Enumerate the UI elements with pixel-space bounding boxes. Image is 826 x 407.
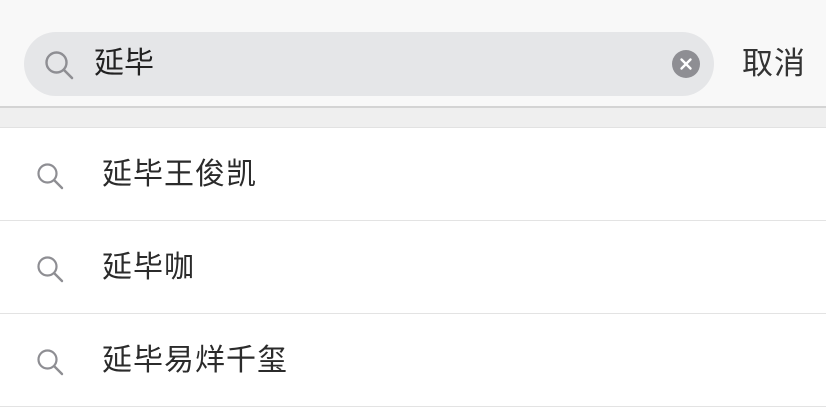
suggestion-item[interactable]: 延毕咖 bbox=[0, 221, 826, 314]
search-input[interactable] bbox=[94, 32, 674, 96]
section-divider bbox=[0, 108, 826, 128]
suggestion-label: 延毕咖 bbox=[102, 250, 195, 285]
clear-icon bbox=[680, 58, 692, 70]
search-header: 取消 bbox=[0, 0, 826, 108]
cancel-button[interactable]: 取消 bbox=[742, 32, 806, 96]
search-icon bbox=[37, 163, 64, 190]
suggestion-label: 延毕易烊千玺 bbox=[102, 343, 288, 378]
suggestion-item[interactable]: 延毕易烊千玺 bbox=[0, 314, 826, 407]
search-icon bbox=[37, 256, 64, 283]
clear-search-button[interactable] bbox=[672, 50, 700, 78]
suggestion-label: 延毕王俊凯 bbox=[102, 157, 257, 192]
search-icon bbox=[37, 349, 64, 376]
suggestion-item[interactable]: 延毕王俊凯 bbox=[0, 128, 826, 221]
search-icon bbox=[45, 51, 74, 80]
suggestion-list: 延毕王俊凯 延毕咖 延毕易烊千玺 bbox=[0, 128, 826, 407]
search-box[interactable] bbox=[24, 32, 714, 96]
